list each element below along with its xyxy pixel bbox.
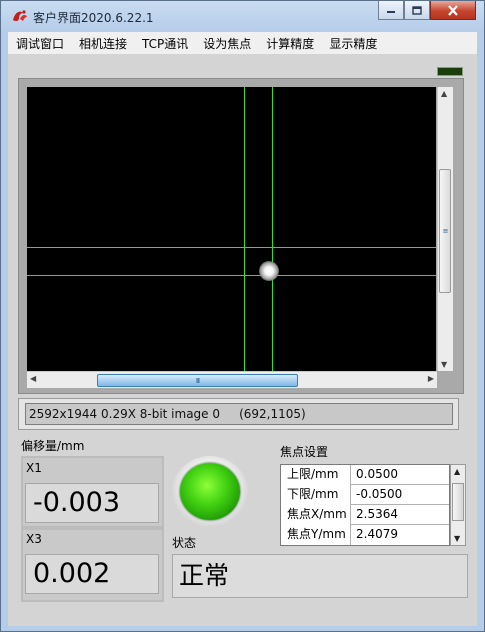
table-scroll-thumb[interactable] [452,483,464,521]
maximize-button[interactable] [404,1,430,20]
image-status-line: 2592x1944 0.29X 8-bit image 0 (692,1105) [25,403,453,425]
image-vertical-scrollbar[interactable]: ▲ ≡ ▼ [437,87,453,371]
maximize-icon [412,5,422,15]
focus-settings-table: 上限/mm 0.0500 下限/mm -0.0500 焦点X/mm 2.5364… [280,464,450,546]
image-horizontal-scrollbar[interactable]: ◀ III ▶ [27,371,437,388]
menu-tcp-comm[interactable]: TCP通讯 [134,35,195,52]
table-scroll-up-icon[interactable]: ▲ [454,467,460,476]
caption-buttons [378,1,476,20]
focus-value-input[interactable]: -0.0500 [352,485,449,505]
crosshair-vertical-left [244,87,245,371]
title-bar[interactable]: 客户界面2020.6.22.1 [1,1,484,31]
crosshair-vertical-right [272,87,273,371]
focus-value-input[interactable]: 2.4079 [352,525,449,545]
focus-row-upper: 上限/mm 0.0500 [281,465,449,485]
scroll-up-icon[interactable]: ▲ [441,89,447,98]
laser-spot [259,261,279,281]
focus-key: 下限/mm [281,485,351,505]
menu-set-focus[interactable]: 设为焦点 [195,35,258,52]
focus-settings-title: 焦点设置 [280,445,329,459]
status-value: 正常 [172,554,468,598]
offset-section-label: 偏移量/mm [21,439,85,453]
window-title: 客户界面2020.6.22.1 [33,11,154,25]
focus-row-y: 焦点Y/mm 2.4079 [281,525,449,545]
horizontal-scroll-thumb[interactable]: III [97,374,298,387]
scroll-left-icon[interactable]: ◀ [30,374,36,383]
minimize-icon [387,11,395,13]
focus-key: 上限/mm [281,465,351,485]
main-window: 客户界面2020.6.22.1 调试窗口 相机连接 TCP通讯 设为焦点 计算精… [0,0,485,632]
focus-row-x: 焦点X/mm 2.5364 [281,505,449,525]
x1-value: -0.003 [25,483,159,523]
connection-indicator [437,67,463,76]
focus-key: 焦点Y/mm [281,525,351,545]
focus-table-scrollbar[interactable]: ▲ ▼ [450,464,466,546]
table-scroll-down-icon[interactable]: ▼ [454,534,460,543]
scroll-down-icon[interactable]: ▼ [441,360,447,369]
scroll-right-icon[interactable]: ▶ [428,374,434,383]
horizontal-grip: III [195,376,200,385]
focus-value-input[interactable]: 0.0500 [352,465,449,485]
menu-debug-window[interactable]: 调试窗口 [8,35,71,52]
focus-value-input[interactable]: 2.5364 [352,505,449,525]
focus-row-lower: 下限/mm -0.0500 [281,485,449,505]
menu-show-precision[interactable]: 显示精度 [321,35,384,52]
menu-calc-precision[interactable]: 计算精度 [258,35,321,52]
vertical-scroll-thumb[interactable]: ≡ [439,169,451,293]
app-logo-icon [13,10,27,22]
x1-label: X1 [26,461,42,475]
status-label: 状态 [172,536,197,550]
menu-bar: 调试窗口 相机连接 TCP通讯 设为焦点 计算精度 显示精度 [8,32,477,54]
status-led-icon [180,463,240,520]
vertical-grip: ≡ [442,227,449,235]
x3-value: 0.002 [25,554,159,594]
crosshair-horizontal-bottom [27,275,436,276]
camera-image-display[interactable] [27,87,436,371]
close-icon [448,4,458,16]
x3-label: X3 [26,532,42,546]
close-button[interactable] [430,1,476,20]
focus-key: 焦点X/mm [281,505,351,525]
crosshair-horizontal-top [27,247,436,248]
minimize-button[interactable] [378,1,404,20]
menu-camera-connect[interactable]: 相机连接 [71,35,134,52]
